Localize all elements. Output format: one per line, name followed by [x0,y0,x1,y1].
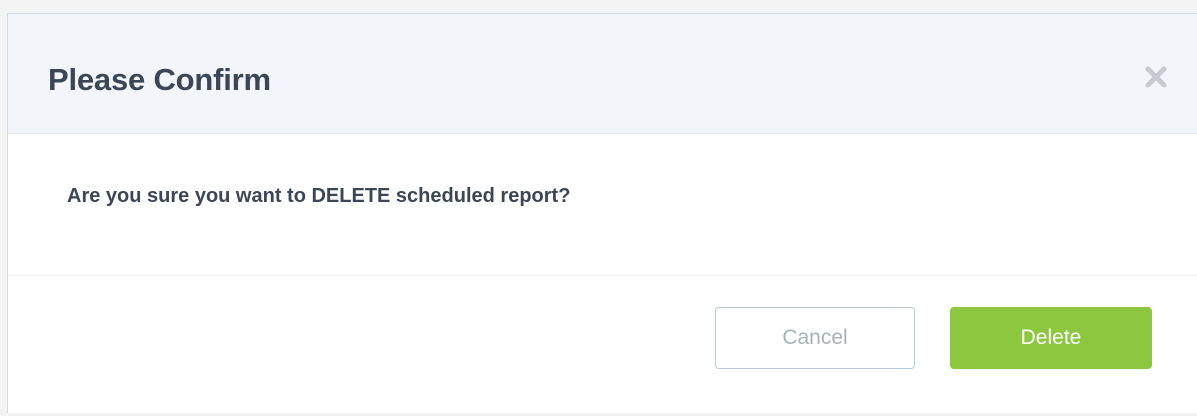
close-button[interactable] [1141,62,1171,92]
cancel-button[interactable]: Cancel [715,307,915,369]
dialog-body: Are you sure you want to DELETE schedule… [8,134,1197,276]
dialog-footer: Cancel Delete [8,276,1197,416]
delete-button[interactable]: Delete [950,307,1152,369]
confirm-dialog: Please Confirm Are you sure you want to … [7,13,1197,413]
dialog-title: Please Confirm [48,62,271,97]
dialog-header: Please Confirm [8,14,1197,134]
confirm-message: Are you sure you want to DELETE schedule… [67,185,571,207]
close-x-icon [1145,66,1167,88]
